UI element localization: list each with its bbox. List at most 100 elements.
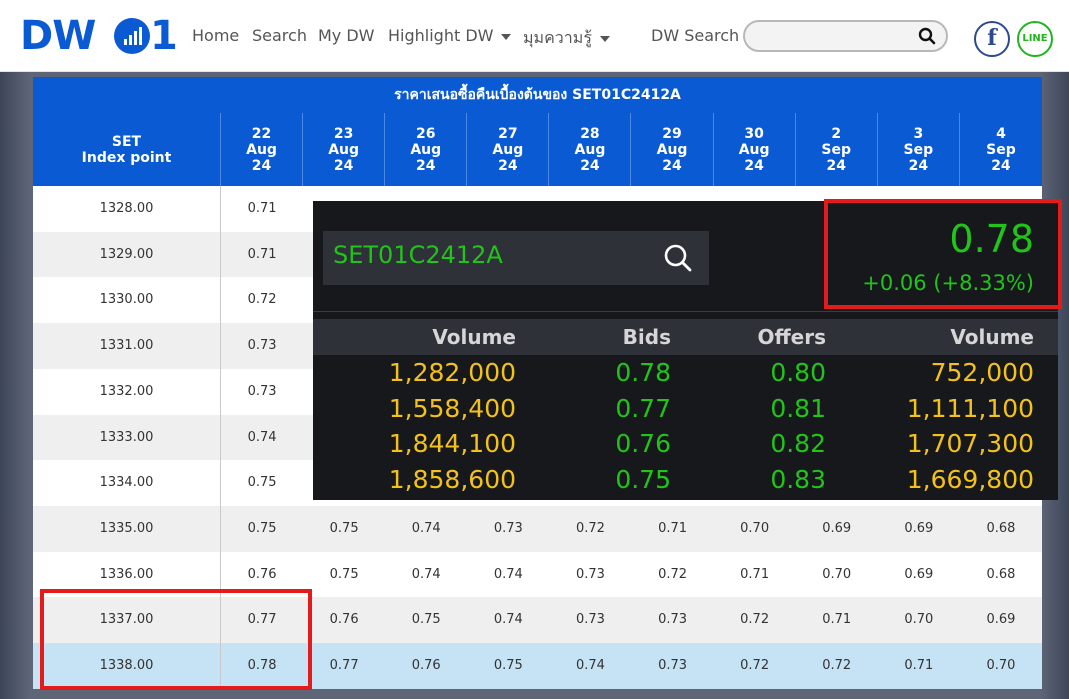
- index-point-cell: 1333.00: [33, 414, 221, 461]
- dw-search-input[interactable]: [755, 26, 915, 46]
- offer-volume: 1,111,100: [906, 393, 1034, 423]
- header-line: Index point: [81, 149, 172, 166]
- header-date-part: Aug: [656, 141, 688, 158]
- price-cell: 0.71: [904, 658, 934, 673]
- highlight-frame-row: [40, 589, 312, 690]
- symbol-input[interactable]: SET01C2412A: [333, 241, 503, 269]
- table-row[interactable]: 1335.00 0.75 0.75 0.74 0.73 0.72 0.71 0.70 0.69 0…: [33, 505, 1042, 552]
- price-cell: 0.75: [329, 520, 359, 536]
- dw01-logo[interactable]: DW 1: [20, 13, 178, 59]
- bid-price: 0.76: [615, 429, 671, 458]
- header-date-part: 30: [744, 125, 764, 142]
- price-cell: 0.74: [493, 566, 523, 582]
- nav-home[interactable]: Home: [192, 26, 239, 45]
- header-date: 29 Aug 24: [632, 113, 714, 186]
- header-date-part: 23: [333, 125, 354, 142]
- header-date-part: Sep: [903, 141, 934, 158]
- header-date-part: Aug: [738, 141, 770, 158]
- price-cell: 0.68: [986, 566, 1016, 582]
- index-point-cell: 1334.00: [33, 460, 221, 507]
- bid-volume: 1,844,100: [388, 429, 516, 458]
- header-date: 30 Aug 24: [714, 113, 796, 186]
- price-cell: 0.71: [740, 566, 770, 582]
- nav-my-dw[interactable]: My DW: [318, 26, 375, 45]
- nav-search[interactable]: Search: [252, 26, 307, 45]
- search-icon[interactable]: [663, 243, 693, 273]
- nav-highlight-dw[interactable]: Highlight DW: [388, 26, 512, 45]
- price-cell: 0.75: [247, 520, 277, 536]
- nav-knowledge[interactable]: มุมความรู้: [523, 26, 610, 51]
- price-cell: 0.69: [904, 520, 934, 536]
- highlight-frame-price: [824, 199, 1062, 309]
- dw-search-label: DW Search: [651, 26, 740, 45]
- price-cell: 0.74: [575, 658, 605, 673]
- price-cell: 0.75: [411, 612, 441, 628]
- header-date: 22 Aug 24: [221, 113, 304, 186]
- top-navbar: DW 1 Home Search My DW Highlight DW มุมค…: [0, 0, 1069, 72]
- price-cell: 0.72: [658, 566, 688, 582]
- header-date: 26 Aug 24: [385, 113, 468, 186]
- bid-volume: 1,558,400: [388, 393, 516, 423]
- header-offers: Offers: [757, 325, 826, 349]
- chevron-down-icon: [501, 33, 512, 40]
- header-date-part: 29: [662, 125, 682, 142]
- price-cell: 0.73: [575, 612, 605, 628]
- price-cell: 0.70: [986, 658, 1016, 673]
- header-date-part: 24: [908, 157, 929, 174]
- header-date-part: 28: [580, 125, 600, 142]
- offer-volume: 752,000: [930, 358, 1034, 387]
- header-offer-volume: Volume: [950, 325, 1034, 349]
- header-date-part: 24: [251, 157, 272, 174]
- table-header: SET Index point 22 Aug 24 23 Aug 24 26 Aug 24 27 Aug…: [33, 113, 1042, 186]
- offer-volume: 1,669,800: [906, 464, 1034, 494]
- price-cell: 0.72: [247, 292, 277, 308]
- dw-search-box[interactable]: [743, 20, 948, 52]
- price-cell: 0.73: [493, 520, 523, 536]
- price-cell: 0.72: [822, 658, 852, 673]
- price-cell: 0.68: [986, 520, 1016, 536]
- header-date: 4 Sep 24: [960, 113, 1042, 186]
- line-icon[interactable]: LINE: [1017, 21, 1053, 57]
- header-bid-volume: Volume: [432, 325, 516, 349]
- header-date-part: Aug: [328, 141, 360, 158]
- price-cell: 0.71: [658, 520, 688, 536]
- header-date-part: 4: [996, 125, 1006, 142]
- offer-price: 0.80: [770, 358, 826, 387]
- header-date-part: 24: [662, 157, 682, 174]
- price-cell: 0.73: [247, 338, 277, 354]
- divider: [313, 311, 1058, 312]
- logo-dw-text: DW: [20, 13, 96, 59]
- line-glyph: LINE: [1022, 33, 1048, 44]
- orderbook-header: Volume Bids Offers Volume: [313, 319, 1058, 355]
- price-cell: 0.72: [740, 658, 770, 673]
- price-cell: 0.72: [575, 520, 605, 536]
- facebook-icon[interactable]: f: [974, 21, 1010, 57]
- index-point-cell: 1332.00: [33, 368, 221, 415]
- header-date-part: 24: [826, 157, 846, 174]
- chevron-down-icon: [599, 35, 610, 42]
- header-date-part: Aug: [574, 141, 606, 158]
- symbol-search-box[interactable]: SET01C2412A: [323, 231, 709, 285]
- price-cell: 0.73: [247, 383, 277, 399]
- header-date-part: 26: [415, 125, 436, 142]
- bid-price: 0.78: [615, 358, 671, 387]
- nav-highlight-dw-label: Highlight DW: [388, 26, 494, 45]
- price-cell: 0.72: [740, 612, 770, 628]
- price-cell: 0.69: [822, 520, 852, 536]
- price-cell: 0.74: [247, 429, 277, 445]
- price-cell: 0.70: [740, 520, 770, 536]
- index-point-cell: 1330.00: [33, 277, 221, 324]
- price-cell: 0.74: [493, 612, 523, 628]
- search-icon[interactable]: [918, 27, 936, 45]
- price-cell: 0.75: [247, 475, 277, 491]
- header-set-index-point: SET Index point: [33, 113, 221, 186]
- price-cell: 0.74: [411, 566, 441, 582]
- index-point-cell: 1329.00: [33, 231, 221, 278]
- price-cell: 0.73: [658, 658, 688, 673]
- header-date: 2 Sep 24: [796, 113, 878, 186]
- header-date: 28 Aug 24: [549, 113, 632, 186]
- price-cell: 0.74: [411, 520, 441, 536]
- offer-volume: 1,707,300: [906, 429, 1034, 458]
- nav-knowledge-label: มุมความรู้: [523, 28, 592, 47]
- header-date: 3 Sep 24: [878, 113, 960, 186]
